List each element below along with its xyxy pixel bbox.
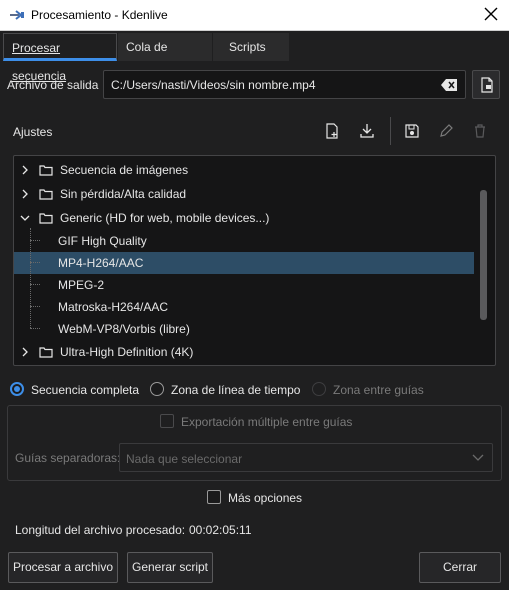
preset-tree[interactable]: Secuencia de imágenes Sin pérdida/Alta c… xyxy=(13,155,496,366)
guide-separator-select: Nada que seleccionar xyxy=(119,443,493,472)
preset-folder-label: Sin pérdida/Alta calidad xyxy=(60,187,187,201)
preset-item-selected[interactable]: MP4-H264/AAC xyxy=(14,252,474,274)
preset-label: GIF High Quality xyxy=(58,234,147,248)
preset-folder[interactable]: Generic (HD for web, mobile devices...) xyxy=(14,207,474,229)
tab-scripts[interactable]: Scripts xyxy=(213,33,289,61)
save-preset-icon[interactable] xyxy=(404,123,420,139)
preset-label: WebM-VP8/Vorbis (libre) xyxy=(58,322,190,336)
radio-timeline-zone[interactable] xyxy=(150,382,164,396)
folder-icon xyxy=(39,213,53,224)
tree-branch-line xyxy=(30,328,40,329)
clear-input-icon[interactable] xyxy=(441,79,457,91)
more-options-label: Más opciones xyxy=(228,491,303,505)
delete-preset-icon xyxy=(475,124,485,138)
radio-guide-zone-label: Zona entre guías xyxy=(333,383,424,397)
output-file-input[interactable]: C:/Users/nasti/Videos/sin nombre.mp4 xyxy=(103,70,466,99)
toolbar-separator xyxy=(390,117,391,145)
guide-separator-value: Nada que seleccionar xyxy=(126,452,243,466)
preset-label: MP4-H264/AAC xyxy=(58,256,144,270)
preset-item[interactable]: WebM-VP8/Vorbis (libre) xyxy=(14,318,474,340)
folder-icon xyxy=(39,165,53,176)
preset-folder-label: Secuencia de imágenes xyxy=(60,163,189,177)
preset-folder[interactable]: Secuencia de imágenes xyxy=(14,159,474,181)
generate-script-button[interactable]: Generar script xyxy=(127,552,213,583)
preset-item[interactable]: Matroska-H264/AAC xyxy=(14,296,474,318)
download-icon[interactable] xyxy=(359,123,375,139)
tree-branch-line xyxy=(30,284,40,285)
preset-folder-label: Ultra-High Definition (4K) xyxy=(60,345,194,359)
chevron-right-icon[interactable] xyxy=(20,347,30,357)
preset-folder-label: Generic (HD for web, mobile devices...) xyxy=(60,211,270,225)
multi-export-checkbox xyxy=(160,414,174,428)
radio-guide-zone xyxy=(312,382,326,396)
output-file-label: Archivo de salida xyxy=(7,78,99,92)
radio-timeline-zone-label: Zona de línea de tiempo xyxy=(171,383,301,397)
file-icon xyxy=(481,77,493,93)
chevron-down-icon[interactable] xyxy=(20,213,30,223)
scrollbar-thumb[interactable] xyxy=(480,190,487,320)
tab-render-sequence[interactable]: Procesar secuencia xyxy=(3,33,117,83)
duration-label: Longitud del archivo procesado: xyxy=(15,523,186,537)
new-preset-icon[interactable] xyxy=(324,123,340,139)
more-options-checkbox[interactable] xyxy=(207,490,221,504)
kdenlive-logo-icon xyxy=(10,10,24,20)
tree-branch-line xyxy=(30,228,31,328)
preset-label: MPEG-2 xyxy=(58,278,105,292)
tree-branch-line xyxy=(30,262,40,263)
title-bar: Procesamiento - Kdenlive xyxy=(0,0,509,31)
chevron-right-icon[interactable] xyxy=(20,165,30,175)
chevron-right-icon[interactable] xyxy=(20,189,30,199)
preset-label: Matroska-H264/AAC xyxy=(58,300,169,314)
open-file-button[interactable] xyxy=(472,70,500,99)
chevron-down-icon xyxy=(472,454,484,461)
tree-branch-line xyxy=(30,306,40,307)
folder-icon xyxy=(39,347,53,358)
preset-item[interactable]: GIF High Quality xyxy=(14,230,474,252)
render-to-file-button[interactable]: Procesar a archivo xyxy=(8,552,118,583)
folder-icon xyxy=(39,189,53,200)
radio-full-sequence-label: Secuencia completa xyxy=(31,383,140,397)
close-button[interactable]: Cerrar xyxy=(419,552,501,583)
presets-label: Ajustes xyxy=(13,125,53,139)
window-title: Procesamiento - Kdenlive xyxy=(31,8,168,22)
radio-full-sequence[interactable] xyxy=(10,382,24,396)
duration-value: 00:02:05:11 xyxy=(189,523,252,537)
close-icon[interactable] xyxy=(483,6,499,22)
tree-branch-line xyxy=(30,240,40,241)
tab-job-queue[interactable]: Cola de tareas xyxy=(118,33,212,82)
edit-preset-icon xyxy=(440,124,453,137)
guide-separator-label: Guías separadoras: xyxy=(15,451,121,465)
preset-folder[interactable]: Sin pérdida/Alta calidad xyxy=(14,183,474,205)
multi-export-label: Exportación múltiple entre guías xyxy=(181,415,353,429)
output-file-value: C:/Users/nasti/Videos/sin nombre.mp4 xyxy=(111,78,316,92)
preset-folder[interactable]: Ultra-High Definition (4K) xyxy=(14,341,474,363)
preset-item[interactable]: MPEG-2 xyxy=(14,274,474,296)
